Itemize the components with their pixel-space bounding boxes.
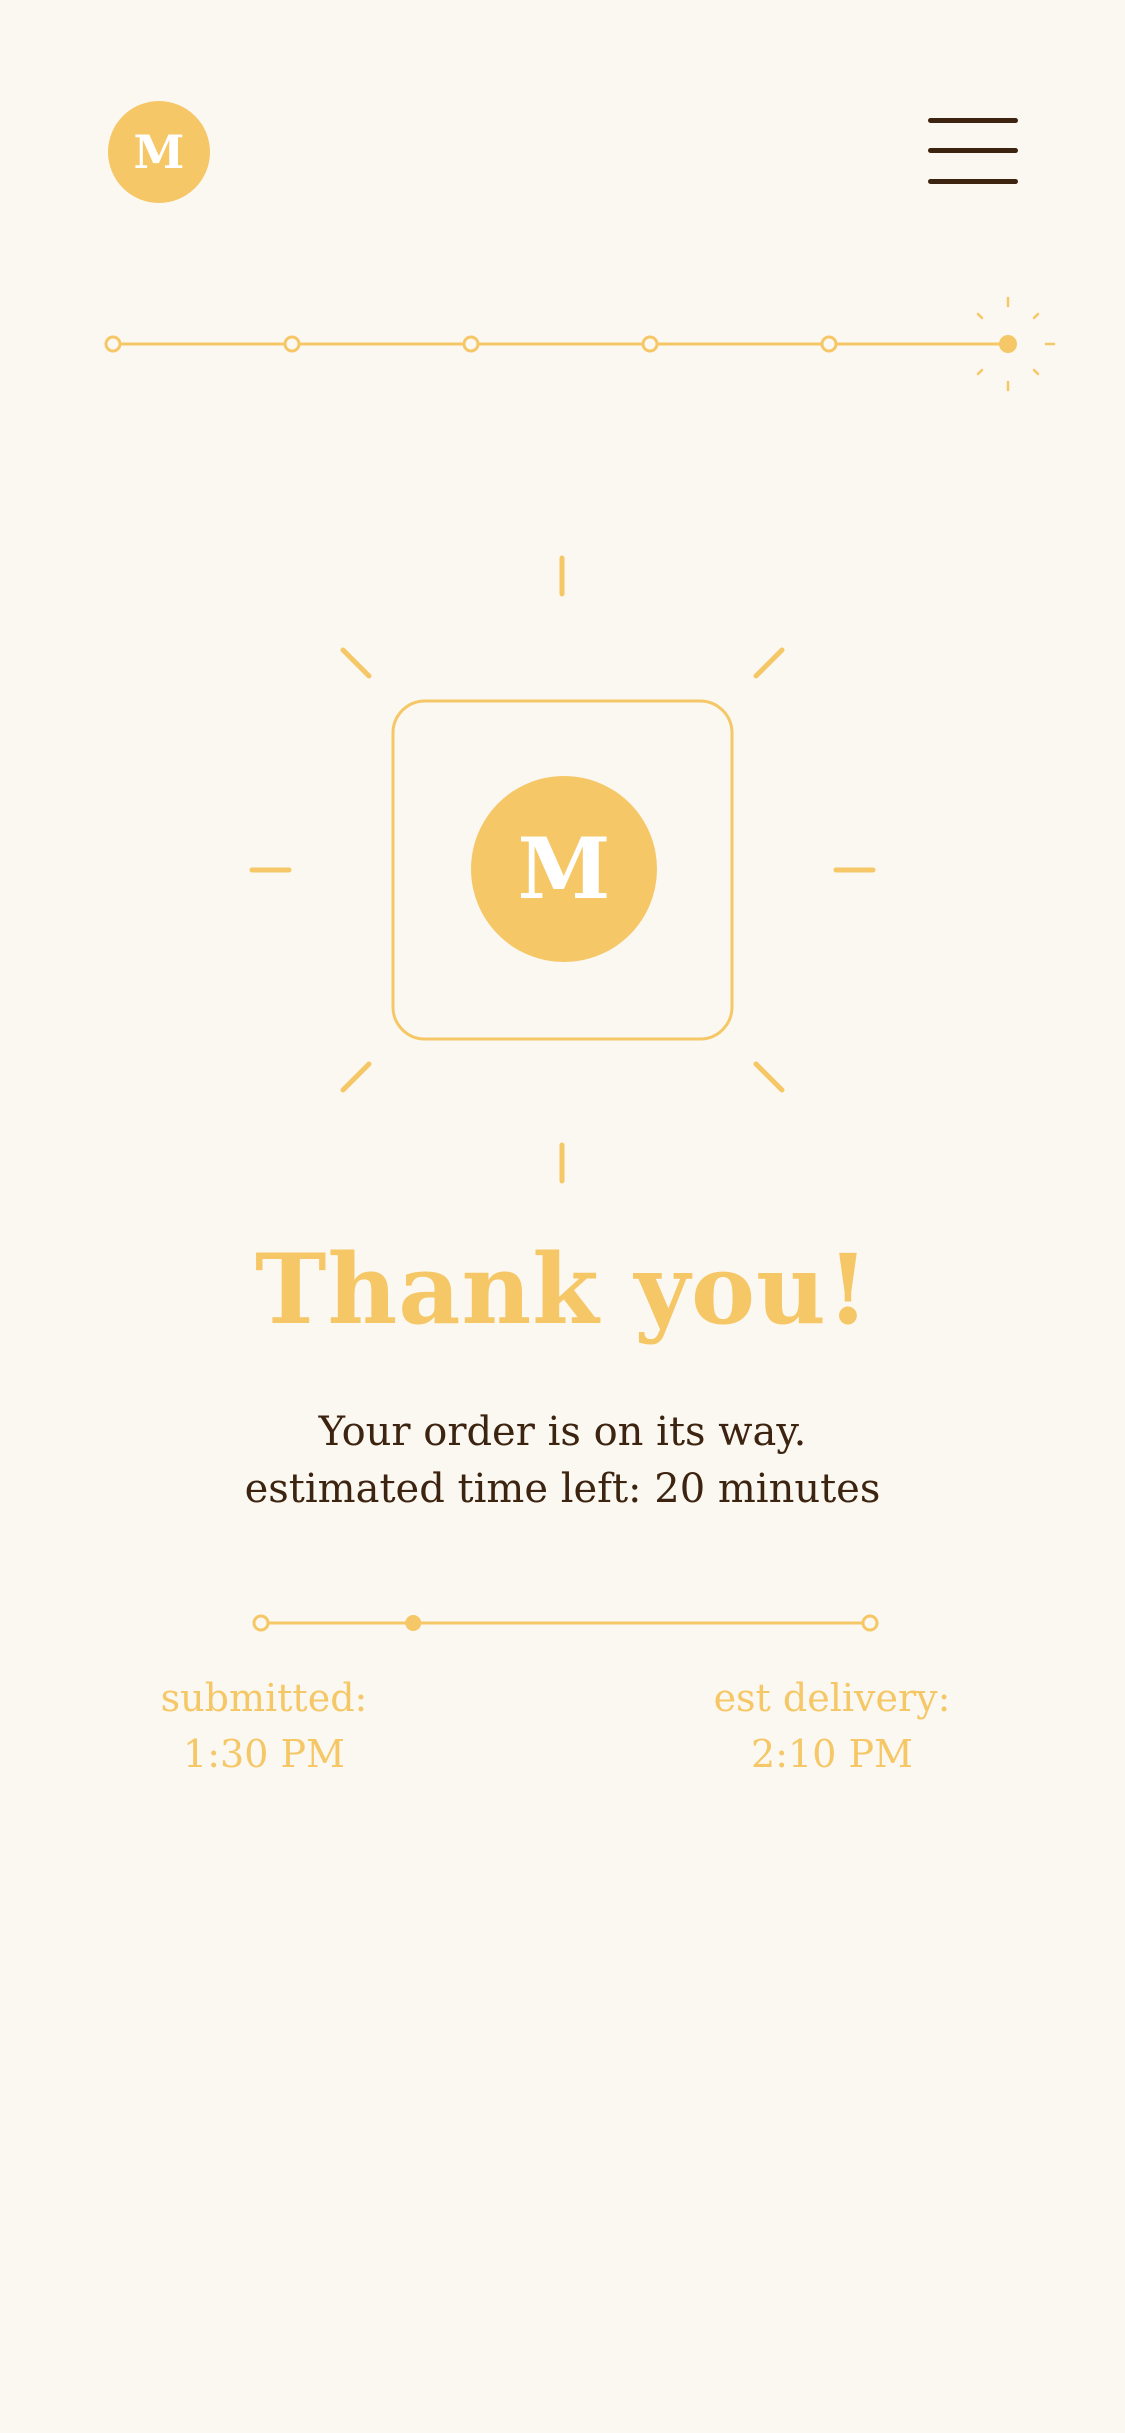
timeline-end-node [861, 1614, 879, 1632]
timeline-start-node [252, 1614, 270, 1632]
delivery-label: est delivery: [713, 1676, 951, 1720]
submitted-label: submitted: [160, 1676, 368, 1720]
submitted-time: 1:30 PM [183, 1732, 345, 1776]
delivery-timeline [252, 1614, 879, 1632]
delivery-time: 2:10 PM [751, 1732, 913, 1776]
submitted-info: submitted: 1:30 PM [84, 1670, 444, 1782]
delivery-info: est delivery: 2:10 PM [652, 1670, 1012, 1782]
timeline-current-marker [405, 1615, 422, 1631]
